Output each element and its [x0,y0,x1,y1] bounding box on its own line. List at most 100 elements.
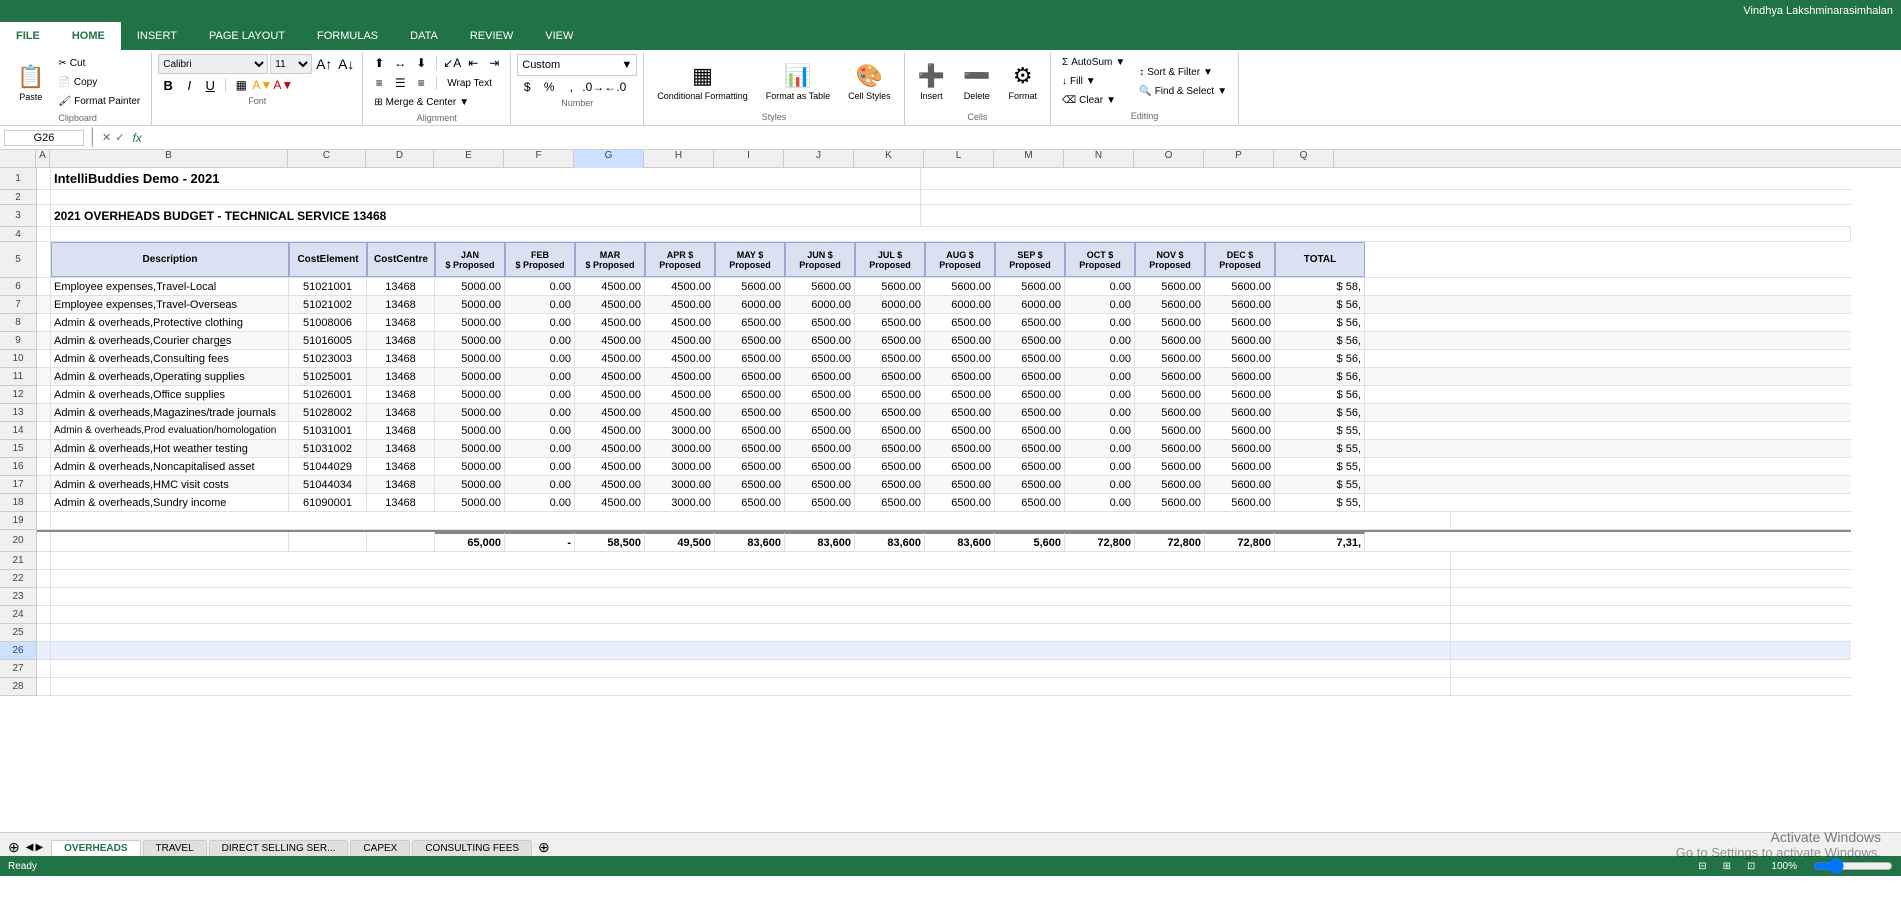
cell-q11[interactable]: $ 56, [1275,368,1365,385]
tab-data[interactable]: DATA [394,22,454,50]
cell-b23[interactable] [51,588,1451,605]
font-size-select[interactable]: 11 [270,54,312,74]
row-header-4[interactable]: 4 [0,227,36,242]
sheet-tab-capex[interactable]: CAPEX [350,840,410,856]
format-as-table-button[interactable]: 📊 Format as Table [759,54,837,110]
cell-e20[interactable]: 65,000 [435,532,505,551]
row-header-23[interactable]: 23 [0,588,36,606]
header-feb[interactable]: FEB$ Proposed [505,242,575,277]
cell-n12[interactable]: 0.00 [1065,386,1135,403]
cell-j15[interactable]: 6500.00 [785,440,855,457]
row-header-24[interactable]: 24 [0,606,36,624]
cell-q12[interactable]: $ 56, [1275,386,1365,403]
cell-b6[interactable]: Employee expenses,Travel-Local [51,278,289,295]
header-total[interactable]: TOTAL [1275,242,1365,277]
header-costcen[interactable]: CostCentre [367,242,435,277]
cell-q9[interactable]: $ 56, [1275,332,1365,349]
cell-i10[interactable]: 6500.00 [715,350,785,367]
cell-i6[interactable]: 5600.00 [715,278,785,295]
cell-e17[interactable]: 5000.00 [435,476,505,493]
cell-e16[interactable]: 5000.00 [435,458,505,475]
cell-f13[interactable]: 0.00 [505,404,575,421]
header-nov[interactable]: NOV $Proposed [1135,242,1205,277]
cell-g12[interactable]: 4500.00 [575,386,645,403]
cell-i13[interactable]: 6500.00 [715,404,785,421]
cell-q14[interactable]: $ 55, [1275,422,1365,439]
cell-j17[interactable]: 6500.00 [785,476,855,493]
col-header-i[interactable]: I [714,150,784,168]
cell-k7[interactable]: 6000.00 [855,296,925,313]
cell-j16[interactable]: 6500.00 [785,458,855,475]
cell-i8[interactable]: 6500.00 [715,314,785,331]
tab-insert[interactable]: INSERT [121,22,193,50]
cell-b7[interactable]: Employee expenses,Travel-Overseas [51,296,289,313]
decrease-font-button[interactable]: A↓ [336,55,356,73]
cell-b26[interactable] [51,642,1451,659]
cell-l6[interactable]: 5600.00 [925,278,995,295]
cell-a17[interactable] [37,476,51,493]
cell-a19[interactable] [37,512,51,529]
cell-a3[interactable] [37,205,51,226]
cell-g9[interactable]: 4500.00 [575,332,645,349]
col-header-j[interactable]: J [784,150,854,168]
cell-n10[interactable]: 0.00 [1065,350,1135,367]
row-header-17[interactable]: 17 [0,476,36,494]
cell-n7[interactable]: 0.00 [1065,296,1135,313]
cell-b22[interactable] [51,570,1451,587]
tab-view[interactable]: VIEW [529,22,589,50]
cell-a12[interactable] [37,386,51,403]
cell-d6[interactable]: 13468 [367,278,435,295]
cell-p8[interactable]: 5600.00 [1205,314,1275,331]
cell-a27[interactable] [37,660,51,677]
cell-i16[interactable]: 6500.00 [715,458,785,475]
cell-f8[interactable]: 0.00 [505,314,575,331]
cell-a1[interactable] [37,168,51,189]
col-header-h[interactable]: H [644,150,714,168]
col-header-o[interactable]: O [1134,150,1204,168]
cell-a18[interactable] [37,494,51,511]
add-sheet-icon[interactable]: ⊕ [4,839,24,856]
cell-h9[interactable]: 4500.00 [645,332,715,349]
cell-p7[interactable]: 5600.00 [1205,296,1275,313]
cancel-icon[interactable]: ✕ [102,131,111,144]
row-header-2[interactable]: 2 [0,190,36,205]
cell-a10[interactable] [37,350,51,367]
align-right-button[interactable]: ≡ [411,74,431,92]
cell-o15[interactable]: 5600.00 [1135,440,1205,457]
view-page-break-icon[interactable]: ⊡ [1747,861,1755,872]
row-header-3[interactable]: 3 [0,205,36,227]
row-header-6[interactable]: 6 [0,278,36,296]
cell-a9[interactable] [37,332,51,349]
row-header-28[interactable]: 28 [0,678,36,696]
wrap-text-button[interactable]: Wrap Text [442,75,497,92]
cell-m15[interactable]: 6500.00 [995,440,1065,457]
cell-g13[interactable]: 4500.00 [575,404,645,421]
cell-n11[interactable]: 0.00 [1065,368,1135,385]
cell-a28[interactable] [37,678,51,695]
col-header-p[interactable]: P [1204,150,1274,168]
cell-j10[interactable]: 6500.00 [785,350,855,367]
cell-o9[interactable]: 5600.00 [1135,332,1205,349]
cell-n8[interactable]: 0.00 [1065,314,1135,331]
col-header-f[interactable]: F [504,150,574,168]
header-oct[interactable]: OCT $Proposed [1065,242,1135,277]
cell-h8[interactable]: 4500.00 [645,314,715,331]
cell-d11[interactable]: 13468 [367,368,435,385]
cell-a2[interactable] [37,190,51,204]
cell-b4[interactable] [51,227,1851,241]
cell-e11[interactable]: 5000.00 [435,368,505,385]
cell-e8[interactable]: 5000.00 [435,314,505,331]
cell-b19[interactable] [51,512,1451,529]
cell-p14[interactable]: 5600.00 [1205,422,1275,439]
cell-n9[interactable]: 0.00 [1065,332,1135,349]
indent-decrease-button[interactable]: ⇤ [463,54,483,72]
cell-j12[interactable]: 6500.00 [785,386,855,403]
cell-b21[interactable] [51,552,1451,569]
cell-n6[interactable]: 0.00 [1065,278,1135,295]
cell-h12[interactable]: 4500.00 [645,386,715,403]
cell-p15[interactable]: 5600.00 [1205,440,1275,457]
font-color-button[interactable]: A▼ [273,76,293,94]
cell-q17[interactable]: $ 55, [1275,476,1365,493]
row-header-26[interactable]: 26 [0,642,36,660]
cell-m11[interactable]: 6500.00 [995,368,1065,385]
